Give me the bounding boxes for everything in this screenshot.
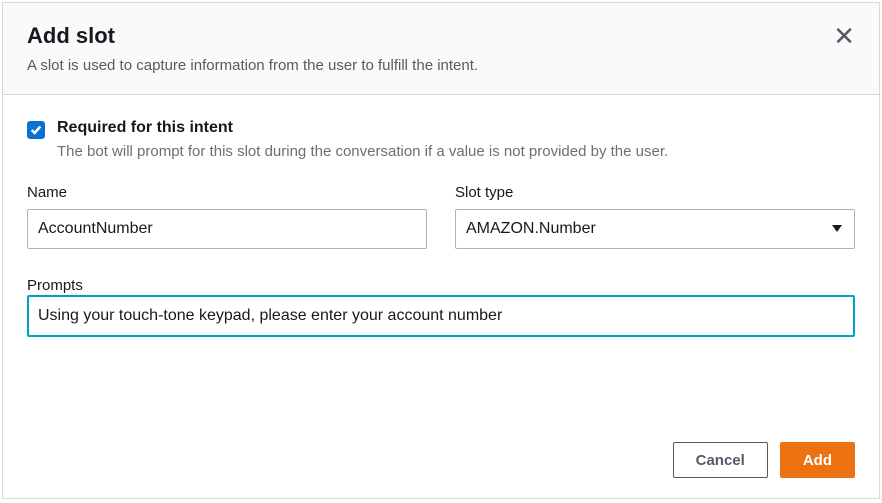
dialog-subtitle: A slot is used to capture information fr… [27, 55, 833, 76]
dialog-footer: Cancel Add [3, 428, 879, 498]
required-checkbox-row: Required for this intent The bot will pr… [27, 119, 855, 162]
dialog-body: Required for this intent The bot will pr… [3, 95, 879, 428]
add-button[interactable]: Add [780, 442, 855, 478]
dialog-title: Add slot [27, 23, 833, 49]
required-checkbox[interactable] [27, 121, 45, 139]
name-input[interactable] [27, 209, 427, 249]
add-slot-dialog: Add slot A slot is used to capture infor… [2, 2, 880, 499]
slot-type-select-wrap: AMAZON.Number [455, 209, 855, 249]
slot-type-select[interactable]: AMAZON.Number [455, 209, 855, 249]
name-label: Name [27, 184, 427, 201]
slot-type-label: Slot type [455, 184, 855, 201]
cancel-button[interactable]: Cancel [673, 442, 768, 478]
fields-row: Name Slot type AMAZON.Number [27, 184, 855, 249]
check-icon [30, 124, 42, 136]
name-field-col: Name [27, 184, 427, 249]
close-button[interactable]: ✕ [833, 23, 855, 49]
prompts-input[interactable] [27, 295, 855, 337]
close-icon: ✕ [833, 21, 855, 51]
dialog-header-text: Add slot A slot is used to capture infor… [27, 23, 833, 76]
prompts-label: Prompts [27, 277, 83, 294]
required-label: Required for this intent [57, 119, 855, 137]
slot-type-field-col: Slot type AMAZON.Number [455, 184, 855, 249]
dialog-header: Add slot A slot is used to capture infor… [3, 3, 879, 95]
prompts-section: Prompts [27, 277, 855, 337]
slot-type-value: AMAZON.Number [466, 220, 596, 238]
required-label-group: Required for this intent The bot will pr… [57, 119, 855, 162]
required-hint: The bot will prompt for this slot during… [57, 141, 855, 162]
